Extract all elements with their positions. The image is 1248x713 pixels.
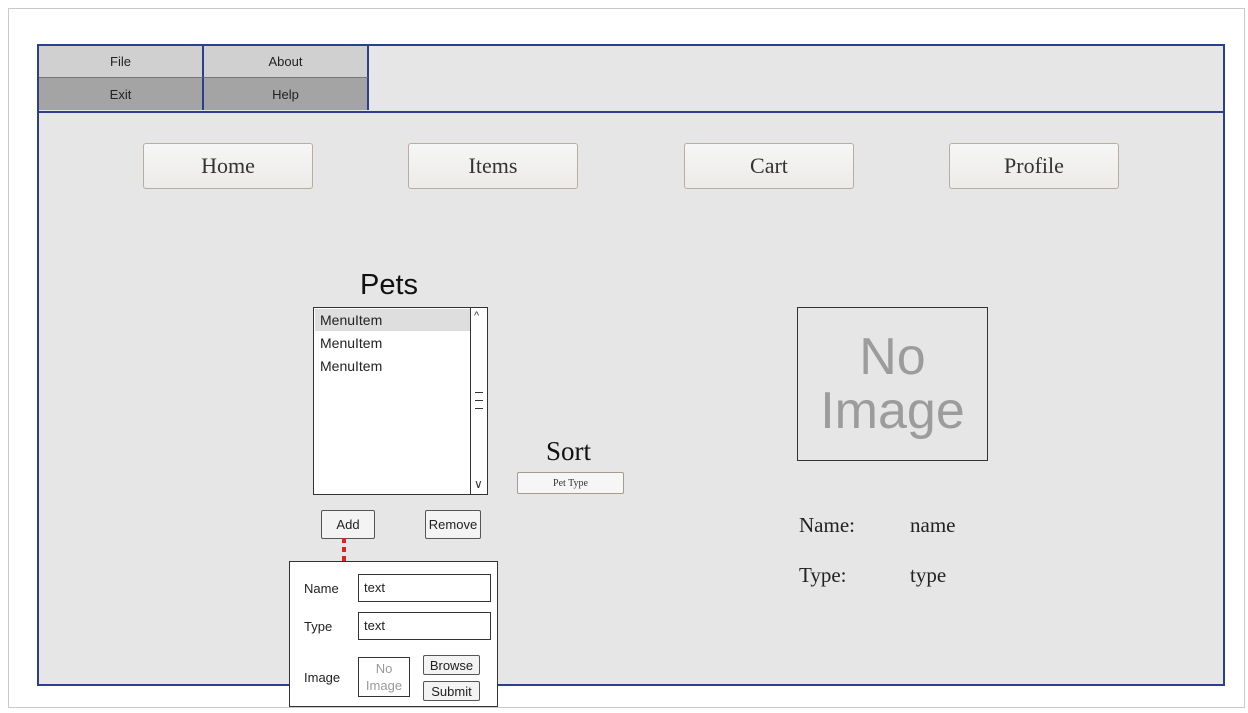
app-window: File About Exit Help Home Items Cart Pro…: [37, 44, 1225, 686]
items-button[interactable]: Items: [408, 143, 578, 189]
submit-button[interactable]: Submit: [423, 681, 480, 701]
form-type-label: Type: [304, 619, 333, 634]
name-label: Name:: [799, 513, 855, 537]
menu-exit[interactable]: Exit: [39, 78, 204, 110]
menu-bar: File About Exit Help: [39, 46, 1223, 113]
scroll-down-icon[interactable]: ∨: [474, 477, 483, 491]
type-field[interactable]: text: [358, 612, 491, 640]
pets-scrollbar[interactable]: ^ ∨: [470, 308, 487, 494]
form-image-placeholder: No Image: [358, 657, 410, 697]
type-label: Type:: [799, 563, 847, 587]
remove-button[interactable]: Remove: [425, 510, 481, 539]
menu-help[interactable]: Help: [204, 78, 369, 110]
profile-button[interactable]: Profile: [949, 143, 1119, 189]
scroll-grip-icon[interactable]: [475, 392, 483, 393]
form-no-image-line1: No: [375, 661, 393, 676]
pets-title: Pets: [360, 269, 419, 301]
sort-pet-type-button[interactable]: Pet Type: [517, 472, 624, 494]
scroll-up-icon[interactable]: ^: [474, 310, 479, 322]
pets-list[interactable]: MenuItem MenuItem MenuItem ^ ∨: [313, 307, 488, 495]
list-item[interactable]: MenuItem: [315, 332, 470, 354]
type-value: type: [910, 563, 947, 587]
browse-button[interactable]: Browse: [423, 655, 480, 675]
sort-label: Sort: [546, 436, 592, 466]
no-image-line2: Image: [820, 382, 965, 440]
name-value: name: [910, 513, 956, 537]
list-item[interactable]: MenuItem: [315, 355, 470, 377]
menu-about[interactable]: About: [204, 46, 369, 78]
add-pet-popup: Name text Type text Image No Image Brows…: [289, 561, 498, 707]
form-name-label: Name: [304, 581, 339, 596]
name-field[interactable]: text: [358, 574, 491, 602]
menu-file[interactable]: File: [39, 46, 204, 78]
home-button[interactable]: Home: [143, 143, 313, 189]
list-item[interactable]: MenuItem: [315, 309, 470, 331]
cart-button[interactable]: Cart: [684, 143, 854, 189]
form-no-image-line2: Image: [365, 678, 403, 693]
add-button[interactable]: Add: [321, 510, 375, 539]
no-image-line1: No: [859, 328, 926, 386]
pet-image-placeholder: No Image: [797, 307, 988, 461]
form-image-label: Image: [304, 670, 341, 685]
